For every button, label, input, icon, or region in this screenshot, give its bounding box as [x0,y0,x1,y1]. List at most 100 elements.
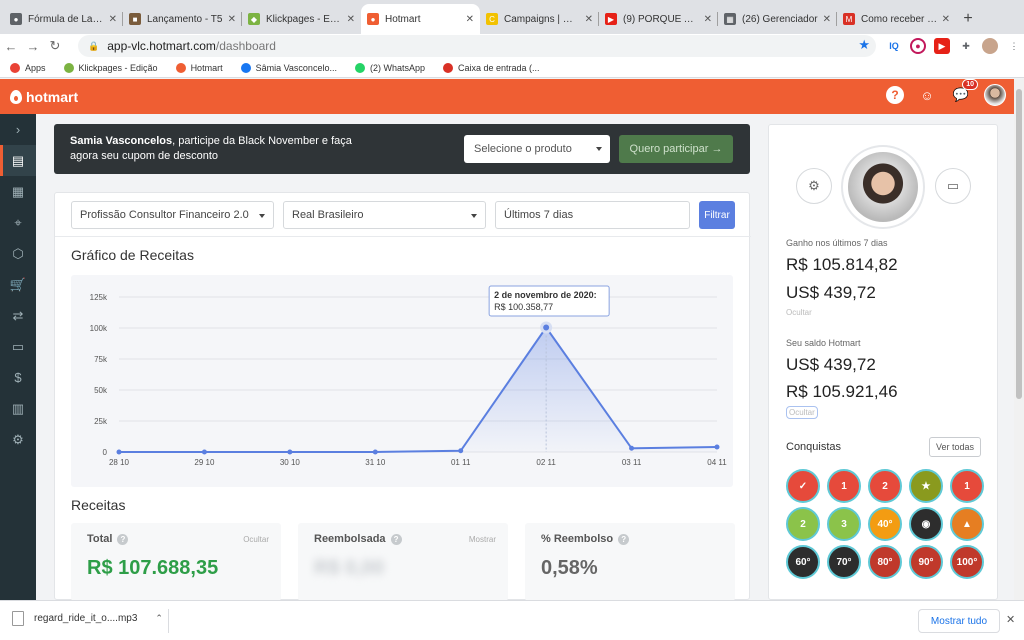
sidebar-item-dashboard[interactable]: ▤ [0,145,36,176]
bookmark-item[interactable]: Hotmart [175,62,223,73]
extension-icon[interactable]: ● [910,38,926,54]
forward-arrow-icon[interactable]: → [22,39,44,54]
filter-button[interactable]: Filtrar [699,201,735,229]
new-tab-button[interactable]: + [956,4,980,34]
browser-tab[interactable]: C Campaigns | Mailc ✕ [480,4,599,34]
achievement-medal[interactable]: ◉ [909,507,943,541]
earned-label: Ganho nos últimos 7 dias [786,238,888,248]
close-icon[interactable]: ✕ [1006,613,1015,626]
community-icon[interactable]: ☺ [916,84,938,106]
sidebar-item-products[interactable]: ⬡ [0,238,36,269]
browser-tab[interactable]: ◆ Klickpages - Ediçã ✕ [242,4,361,34]
product-select[interactable]: Selecione o produto [464,135,610,163]
chart-title: Gráfico de Receitas [71,247,194,263]
data-point [714,444,720,450]
achievement-medal[interactable]: ▲ [950,507,984,541]
see-all-button[interactable]: Ver todas [929,437,981,457]
currency-filter-select[interactable]: Real Brasileiro [283,201,486,229]
sidebar-item-sales[interactable]: 🛒 [0,269,36,300]
help-icon[interactable]: ? [886,86,904,104]
achievement-medal[interactable]: 100° [950,545,984,579]
browser-tab[interactable]: ● Hotmart ✕ [361,4,480,34]
x-tick-label: 28 10 [109,458,130,467]
x-tick-label: 02 11 [536,458,556,467]
achievement-medal[interactable]: 3 [827,507,861,541]
hide-earned-toggle[interactable]: Ocultar [786,308,812,317]
achievement-medal[interactable]: 2 [786,507,820,541]
help-circle-icon[interactable]: ? [618,533,630,545]
browser-tab[interactable]: M Como receber seu ✕ [837,4,956,34]
hide-balance-toggle[interactable]: Ocultar [786,406,818,419]
help-circle-icon[interactable]: ? [117,533,129,545]
sidebar-item-analytics[interactable]: ⌖ [0,207,36,238]
achievement-medal[interactable]: 1 [827,469,861,503]
data-point [629,445,635,451]
chevron-up-icon[interactable]: ⌃ [155,613,163,624]
bookmark-item[interactable]: Caixa de entrada (... [442,62,540,73]
profile-icon[interactable] [982,38,998,54]
bookmark-star-icon[interactable]: ★ [858,37,870,53]
url-input[interactable]: 🔒 app-vlc.hotmart.com/dashboard ★ [78,35,876,57]
sidebar-expand-icon[interactable]: › [0,114,36,145]
chat-icon[interactable]: 💬 10 [950,79,978,106]
tab-close-icon[interactable]: ✕ [823,14,831,25]
browser-tab[interactable]: ▶ (9) PORQUE ALGU ✕ [599,4,718,34]
dashboard-card: Profissão Consultor Financeiro 2.0 Real … [54,192,751,601]
tab-favicon-icon: ▶ [605,13,617,25]
achievement-medal[interactable]: 80° [868,545,902,579]
period-filter-select[interactable]: Últimos 7 dias [495,201,690,229]
iq-extension-icon[interactable]: IQ [886,38,902,54]
achievement-medal[interactable]: 40° [868,507,902,541]
participate-button[interactable]: Quero participar → [619,135,733,163]
file-icon [12,611,24,626]
product-filter-select[interactable]: Profissão Consultor Financeiro 2.0 [71,201,274,229]
sidebar-item-finance[interactable]: $ [0,362,36,393]
menu-dots-icon[interactable]: ⋮ [1006,38,1022,54]
tab-close-icon[interactable]: ✕ [942,14,950,25]
tab-close-icon[interactable]: ✕ [585,14,593,25]
bookmark-item[interactable]: Klickpages - Edição [63,62,158,73]
achievement-medal[interactable]: 1 [950,469,984,503]
avatar[interactable] [984,84,1006,106]
achievement-medal[interactable]: 60° [786,545,820,579]
product-select-value: Selecione o produto [474,143,572,155]
scrollbar-thumb[interactable] [1016,89,1022,399]
bookmark-item[interactable]: Apps [10,62,46,73]
puzzle-icon[interactable]: ✚ [958,38,974,54]
reload-icon[interactable]: ↻ [44,38,66,54]
youtube-extension-icon[interactable]: ▶ [934,38,950,54]
profile-photo[interactable] [841,145,925,229]
achievement-medal[interactable]: ✓ [786,469,820,503]
achievement-medal[interactable]: 70° [827,545,861,579]
show-all-button[interactable]: Mostrar tudo [918,609,1000,633]
achievement-medal[interactable]: 90° [909,545,943,579]
tab-close-icon[interactable]: ✕ [466,14,474,25]
tab-close-icon[interactable]: ✕ [228,14,236,25]
bookmark-item[interactable]: (2) WhatsApp [354,62,425,73]
back-arrow-icon[interactable]: ← [0,39,22,54]
tab-close-icon[interactable]: ✕ [704,14,712,25]
browser-tab[interactable]: ▦ (26) Gerenciador ✕ [718,4,837,34]
kpi-refund-rate-label: % Reembolso [541,533,614,545]
sidebar-item-settings[interactable]: ⚙ [0,424,36,455]
sidebar-item-recurrence[interactable]: ⇄ [0,300,36,331]
browser-tab[interactable]: ● Fórmula de Lançam ✕ [4,4,123,34]
help-circle-icon[interactable]: ? [390,533,402,545]
messages-icon[interactable]: ▭ [935,168,971,204]
profile-settings-icon[interactable]: ⚙ [796,168,832,204]
bookmark-item[interactable]: Sâmia Vasconcelo... [240,62,337,73]
sidebar-item-reports[interactable]: ▥ [0,393,36,424]
hotmart-logo[interactable]: hotmart [10,89,78,105]
hide-toggle[interactable]: Ocultar [243,535,269,544]
sidebar-item-messages[interactable]: ▭ [0,331,36,362]
browser-tab[interactable]: ■ Lançamento - T5 ✕ [123,4,242,34]
show-toggle[interactable]: Mostrar [469,535,496,544]
achievement-medal[interactable]: ★ [909,469,943,503]
download-item[interactable]: regard_ride_it_o....mp3 ⌃ [12,611,163,626]
achievement-medal[interactable]: 2 [868,469,902,503]
x-tick-label: 30 10 [280,458,301,467]
sidebar-item-apps[interactable]: ▦ [0,176,36,207]
page-scrollbar[interactable] [1014,79,1024,600]
tab-close-icon[interactable]: ✕ [347,14,355,25]
tab-close-icon[interactable]: ✕ [109,14,117,25]
